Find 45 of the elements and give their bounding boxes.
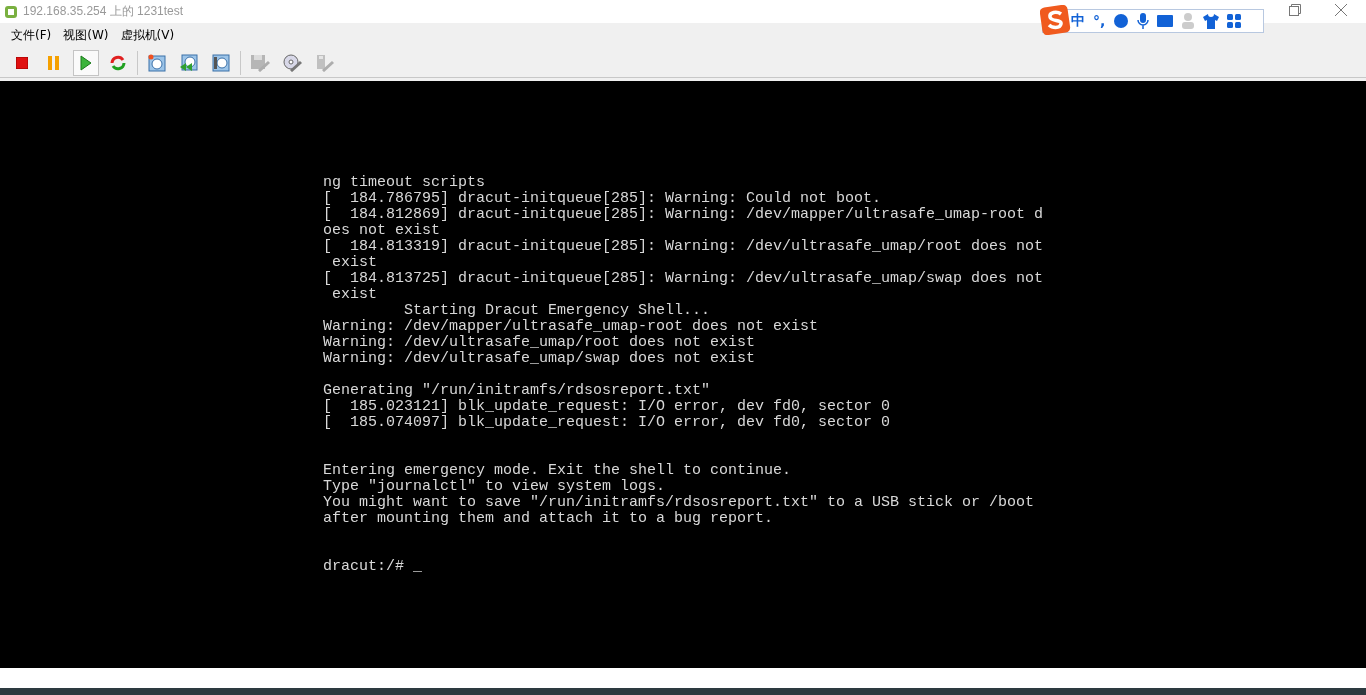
grid-icon[interactable] (1227, 14, 1242, 28)
console-line: Starting Dracut Emergency Shell... (403, 303, 712, 319)
window-title: 192.168.35.254 上的 1231test (23, 3, 184, 20)
floppy-wrench-icon (250, 53, 270, 72)
console-line: oes not exist (323, 223, 442, 239)
clock-rewind-icon (179, 53, 199, 72)
console-screen[interactable] (0, 81, 1366, 668)
restore-button[interactable] (1289, 4, 1301, 16)
console-line: Warning: /dev/mapper/ultrasafe_umap-root does not exist (323, 319, 820, 335)
console-line: [ 185.074097] blk_update_request: I/O error, dev fd0, sector 0 (323, 415, 892, 431)
app-logo-icon (4, 4, 18, 19)
console-line: Warning: /dev/ultrasafe_umap/swap does not exist (323, 351, 757, 367)
clock-icon (148, 53, 166, 72)
console-line: exist (331, 287, 378, 303)
menu-item[interactable]: 虚拟机(V) (115, 27, 180, 44)
shell-prompt: dracut:/# (323, 558, 405, 575)
console-line: Generating "/run/initramfs/rdsosreport.txt" (323, 383, 712, 399)
console-line: Warning: /dev/ultrasafe_umap/root does not exist (323, 335, 757, 351)
usb-wrench-icon (314, 53, 334, 72)
console-line: after mounting them and attach it to a bug report. (323, 511, 775, 527)
console-line: [ 184.813725] dracut-initqueue[285]: Warning: /dev/ultrasafe_umap/swap does not (323, 271, 1045, 287)
menu-item[interactable]: 视图(W) (58, 27, 114, 44)
console-line: Entering emergency mode. Exit the shell to continue. (323, 463, 793, 479)
refresh-icon (109, 53, 127, 72)
ime-punctuation[interactable]: °, (1093, 13, 1106, 29)
console-line: Type "journalctl" to view system logs. (323, 479, 667, 495)
console-line: [ 185.023121] blk_update_request: I/O error, dev fd0, sector 0 (323, 399, 892, 415)
console-line: You might want to save "/run/initramfs/rdsosreport.txt" to a USB stick or /boot (323, 495, 1036, 511)
menu-item[interactable]: 文件(F) (6, 27, 57, 44)
stop-icon (16, 56, 28, 69)
disc-wrench-icon (282, 53, 302, 72)
microphone-icon[interactable] (1137, 13, 1150, 29)
pause-icon (47, 55, 61, 70)
clock-wrench-icon (212, 53, 230, 72)
ime-mode[interactable]: 中 (1071, 12, 1085, 30)
console-line: exist (331, 255, 378, 271)
text-cursor: _ (413, 558, 423, 575)
console-line: [ 184.812869] dracut-initqueue[285]: Warning: /dev/mapper/ultrasafe_umap-root d (323, 207, 1045, 223)
console-line: [ 184.786795] dracut-initqueue[285]: Warning: Could not boot. (323, 191, 883, 207)
close-button[interactable] (1335, 4, 1347, 16)
play-icon (80, 54, 92, 71)
toolbar-button[interactable] (73, 49, 99, 76)
console-line: ng timeout scripts (323, 175, 487, 191)
shirt-icon[interactable] (1203, 13, 1220, 29)
console-line: [ 184.813319] dracut-initqueue[285]: Warning: /dev/ultrasafe_umap/root does not (323, 239, 1045, 255)
